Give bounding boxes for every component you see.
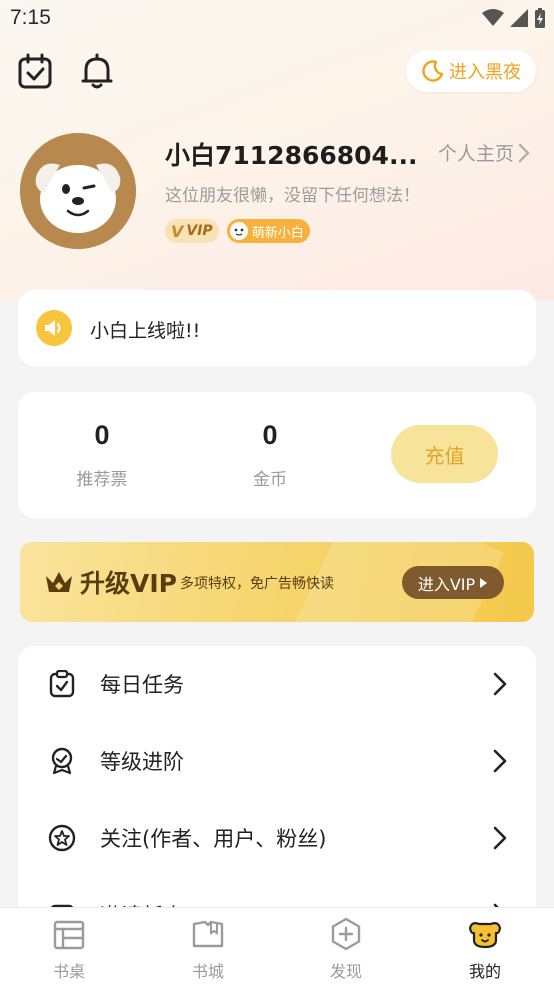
stat-coins[interactable]: 0 金币: [210, 420, 330, 490]
menu-item-label: 等级进阶: [100, 750, 184, 774]
night-mode-label: 进入黑夜: [449, 62, 521, 83]
notice-text: 小白上线啦!!: [90, 320, 201, 342]
tab-desk[interactable]: 书桌: [0, 908, 138, 986]
dog-face-icon: [229, 222, 248, 240]
play-arrow-icon: [480, 577, 488, 588]
moon-icon: [422, 60, 444, 82]
tab-label: 书桌: [52, 962, 85, 981]
discover-icon: [331, 917, 361, 951]
stat-value: 0: [262, 420, 278, 450]
avatar[interactable]: [20, 133, 136, 249]
night-mode-button[interactable]: 进入黑夜: [406, 50, 536, 92]
crown-icon: [46, 572, 72, 592]
signature: 这位朋友很懒，没留下任何想法！: [165, 186, 420, 206]
wifi-icon: [482, 9, 504, 26]
stat-recommend-votes[interactable]: 0 推荐票: [42, 420, 162, 490]
star-circle-icon: [48, 824, 76, 852]
username: 小白7112866804...: [165, 141, 418, 170]
enter-vip-label: 进入VIP: [417, 574, 476, 594]
menu-item-level-up[interactable]: 等级进阶: [18, 723, 536, 799]
status-time: 7:15: [10, 6, 51, 29]
status-bar: 7:15: [0, 0, 554, 38]
vip-banner[interactable]: 升级VIP 多项特权，免广告畅快读 进入VIP: [20, 542, 534, 622]
tab-label: 我的: [468, 962, 501, 981]
homepage-label: 个人主页: [437, 143, 514, 165]
bottom-tab-bar: 书桌 书城 发现 我的: [0, 907, 554, 986]
bookshelf-icon: [53, 920, 85, 950]
stat-value: 0: [94, 420, 110, 450]
menu-card: 每日任务 等级进阶 关注(作者、用户、粉丝) 邀请新人: [18, 646, 536, 946]
chevron-right-icon: [493, 826, 507, 850]
vip-v-icon: V: [171, 221, 184, 241]
vip-banner-title: 升级VIP: [80, 569, 177, 598]
chevron-right-icon: [493, 672, 507, 696]
bell-icon[interactable]: [77, 52, 117, 92]
tab-label: 发现: [329, 962, 362, 981]
book-store-icon: [192, 920, 224, 948]
task-clipboard-icon: [49, 670, 75, 698]
vip-badge-label: VIP: [186, 223, 213, 239]
stat-label: 推荐票: [76, 470, 128, 490]
stat-label: 金币: [253, 470, 287, 490]
menu-item-follow[interactable]: 关注(作者、用户、粉丝): [18, 800, 536, 876]
calendar-checkin-icon[interactable]: [16, 52, 56, 92]
menu-item-daily-tasks[interactable]: 每日任务: [18, 646, 536, 722]
signal-icon: [510, 9, 528, 27]
vip-banner-desc: 多项特权，免广告畅快读: [180, 576, 334, 592]
notice-card[interactable]: 小白上线啦!!: [18, 290, 536, 366]
status-icons: [482, 8, 546, 28]
dog-profile-icon: [468, 922, 502, 949]
tab-mine[interactable]: 我的: [416, 908, 554, 986]
chevron-right-icon: [493, 749, 507, 773]
recharge-button[interactable]: 充值: [391, 425, 498, 483]
tab-discover[interactable]: 发现: [277, 908, 415, 986]
badge-row: V VIP 萌新小白: [165, 219, 310, 243]
vip-badge[interactable]: V VIP: [165, 219, 219, 243]
tab-label: 书城: [191, 962, 224, 981]
stats-card: 0 推荐票 0 金币 充值: [18, 392, 536, 518]
battery-icon: [535, 8, 545, 28]
level-badge-label: 萌新小白: [251, 225, 304, 241]
chevron-right-icon: [518, 143, 530, 162]
tab-bookstore[interactable]: 书城: [139, 908, 277, 986]
level-medal-icon: [51, 747, 73, 775]
menu-item-label: 关注(作者、用户、粉丝): [100, 827, 327, 851]
speaker-icon: [36, 310, 72, 346]
dog-avatar-icon: [20, 133, 136, 249]
level-badge[interactable]: 萌新小白: [226, 219, 310, 243]
homepage-link[interactable]: 个人主页: [438, 139, 530, 166]
menu-item-label: 每日任务: [100, 673, 184, 697]
enter-vip-button[interactable]: 进入VIP: [402, 566, 504, 599]
